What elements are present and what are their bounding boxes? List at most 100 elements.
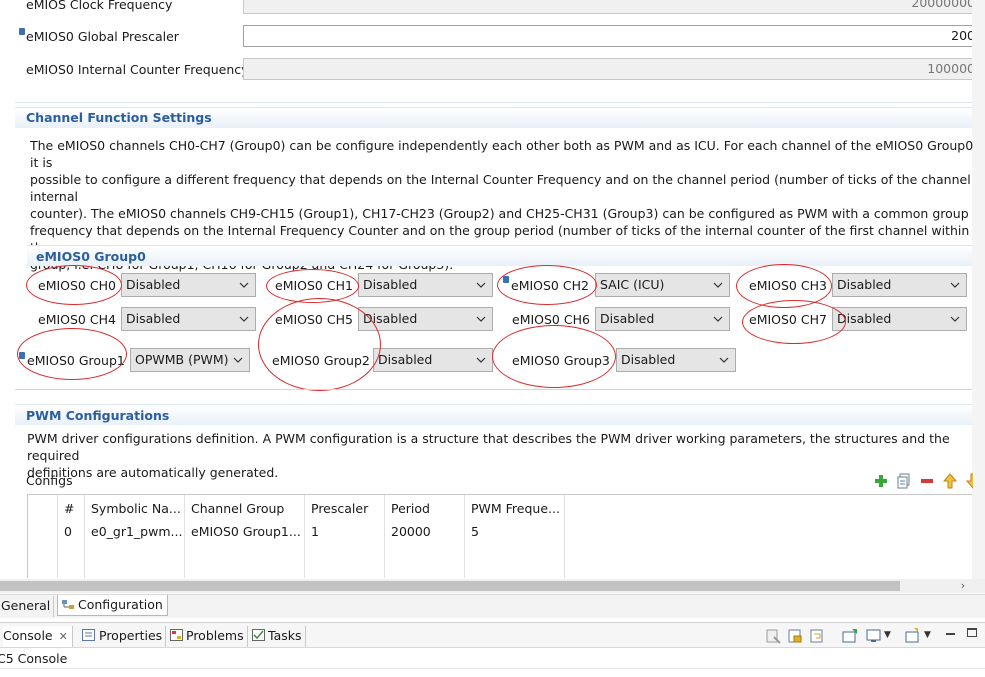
pin-console-icon[interactable] — [842, 628, 858, 644]
clock-frequency-field: 20000000 — [243, 0, 985, 14]
chevron-down-icon — [719, 349, 731, 371]
group-label-group3: eMIOS0 Group3 — [512, 353, 610, 368]
console-title: C5 Console — [0, 651, 68, 666]
channel-select-ch6[interactable]: Disabled — [595, 307, 730, 331]
configuration-icon — [62, 596, 75, 609]
chevron-down-icon — [713, 308, 725, 330]
console-output — [0, 668, 985, 677]
table-cell: 5 — [471, 524, 479, 539]
global-prescaler-label: eMIOS0 Global Prescaler — [26, 29, 179, 44]
group-value-group3: Disabled — [621, 352, 676, 367]
column-header-prescaler[interactable]: Prescaler — [311, 501, 368, 516]
channel-select-ch5[interactable]: Disabled — [358, 307, 493, 331]
channel-select-ch0[interactable]: Disabled — [121, 273, 256, 297]
table-cell: 0 — [64, 524, 72, 539]
channel-value-ch7: Disabled — [837, 311, 892, 326]
group-select-group1[interactable]: OPWMB (PWM) — [130, 348, 250, 372]
chevron-down-icon[interactable]: ▼ — [924, 630, 931, 640]
desc-line: PWM driver configurations definition. A … — [27, 431, 950, 463]
chevron-down-icon — [950, 274, 962, 296]
channel-value-ch3: Disabled — [837, 277, 892, 292]
tab-label: Console — [3, 628, 53, 643]
tab-properties[interactable]: Properties — [82, 626, 167, 647]
channel-select-ch7[interactable]: Disabled — [832, 307, 967, 331]
remove-icon[interactable] — [919, 473, 935, 489]
column-header-symbolic-name[interactable]: Symbolic Na... — [91, 501, 181, 516]
channel-label-ch1: eMIOS0 CH1 — [275, 278, 353, 293]
desc-line: possible to configure a different freque… — [30, 172, 971, 204]
group0-title: eMIOS0 Group0 — [36, 249, 146, 264]
desc-line: definitions are automatically generated. — [27, 465, 279, 480]
copy-icon[interactable] — [896, 473, 912, 489]
horizontal-scrollbar[interactable]: › — [0, 579, 985, 593]
display-console-icon[interactable] — [866, 628, 882, 644]
tab-label: General — [1, 598, 51, 613]
chevron-down-icon[interactable]: ▼ — [884, 630, 891, 640]
maximize-icon[interactable] — [967, 628, 977, 637]
pwm-description: PWM driver configurations definition. A … — [27, 430, 985, 481]
clear-console-icon[interactable] — [765, 628, 781, 644]
tab-label: Tasks — [268, 628, 302, 643]
table-cell: 1 — [311, 524, 319, 539]
add-icon[interactable] — [873, 473, 889, 489]
open-console-icon[interactable] — [905, 628, 921, 644]
column-header-channel-group[interactable]: Channel Group — [191, 501, 284, 516]
chevron-down-icon — [476, 308, 488, 330]
close-icon[interactable]: ✕ — [59, 630, 68, 643]
tab-console[interactable]: Console ✕ — [3, 626, 73, 647]
channel-value-ch0: Disabled — [126, 277, 181, 292]
chevron-down-icon — [713, 274, 725, 296]
info-icon — [19, 28, 25, 35]
move-down-icon[interactable] — [965, 473, 973, 489]
channel-select-ch4[interactable]: Disabled — [121, 307, 256, 331]
configs-label: Configs — [26, 473, 73, 488]
minimize-icon[interactable] — [946, 633, 955, 635]
group-label-group1: eMIOS0 Group1 — [27, 353, 125, 368]
table-cell: eMIOS0 Group1... — [191, 524, 301, 539]
channel-label-ch6: eMIOS0 CH6 — [512, 312, 590, 327]
channel-select-ch3[interactable]: Disabled — [832, 273, 967, 297]
channel-select-ch1[interactable]: Disabled — [358, 273, 493, 297]
group-value-group2: Disabled — [378, 352, 433, 367]
column-header-pwm-frequency[interactable]: PWM Freque... — [471, 501, 560, 516]
internal-counter-frequency-field: 100000 — [243, 58, 985, 80]
info-icon — [19, 352, 25, 359]
chevron-down-icon — [239, 274, 251, 296]
channel-label-ch7: eMIOS0 CH7 — [749, 312, 827, 327]
channel-label-ch5: eMIOS0 CH5 — [275, 312, 353, 327]
tab-general[interactable]: General — [0, 596, 55, 617]
pwm-title: PWM Configurations — [26, 408, 170, 423]
properties-icon — [82, 627, 95, 641]
column-header-index[interactable]: # — [64, 501, 74, 516]
move-up-icon[interactable] — [942, 473, 958, 489]
channel-select-ch2[interactable]: SAIC (ICU) — [595, 273, 730, 297]
scrollbar-thumb[interactable] — [0, 581, 900, 591]
tab-tasks[interactable]: Tasks — [252, 626, 306, 647]
channel-label-ch3: eMIOS0 CH3 — [749, 278, 827, 293]
column-header-period[interactable]: Period — [391, 501, 430, 516]
chevron-down-icon — [476, 349, 488, 371]
chevron-down-icon — [239, 308, 251, 330]
scroll-right-icon[interactable]: › — [956, 579, 970, 593]
channel-value-ch6: Disabled — [600, 311, 655, 326]
tab-label: Properties — [99, 628, 163, 643]
internal-counter-frequency-label: eMIOS0 Internal Counter Frequency — [26, 62, 249, 77]
tab-problems[interactable]: Problems — [170, 626, 248, 647]
tab-label: Configuration — [78, 597, 163, 612]
tab-configuration[interactable]: Configuration — [57, 595, 168, 616]
group0-header — [27, 245, 972, 266]
group-select-group3[interactable]: Disabled — [616, 348, 736, 372]
group-value-group1: OPWMB (PWM) — [135, 352, 229, 367]
channel-value-ch4: Disabled — [126, 311, 181, 326]
global-prescaler-input[interactable]: 200 — [243, 25, 985, 47]
scroll-lock-icon[interactable] — [787, 628, 803, 644]
channel-label-ch0: eMIOS0 CH0 — [38, 278, 116, 293]
group-select-group2[interactable]: Disabled — [373, 348, 493, 372]
vertical-scrollbar[interactable] — [972, 0, 985, 580]
tasks-icon — [252, 627, 265, 641]
table-row[interactable]: 0 e0_gr1_pwm... eMIOS0 Group1... 1 20000… — [28, 518, 972, 543]
desc-line: The eMIOS0 channels CH0-CH7 (Group0) can… — [30, 138, 974, 170]
word-wrap-icon[interactable] — [809, 628, 825, 644]
channel-label-ch4: eMIOS0 CH4 — [38, 312, 116, 327]
chevron-down-icon — [476, 274, 488, 296]
